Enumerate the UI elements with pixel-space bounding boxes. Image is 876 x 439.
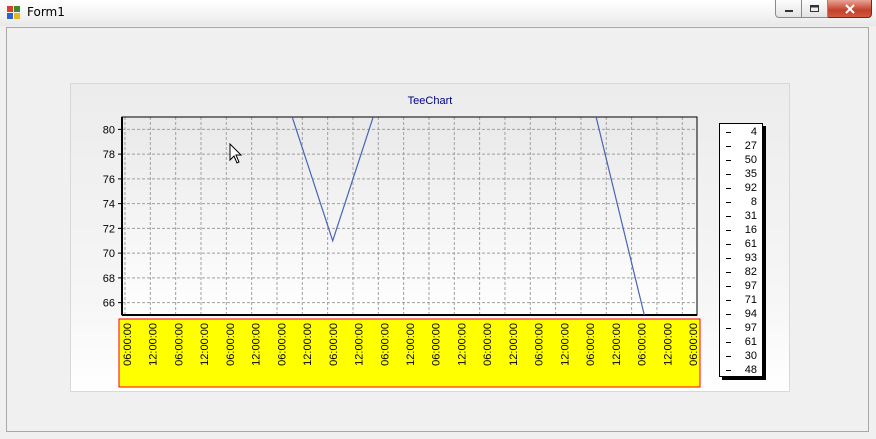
mouse-cursor-icon	[229, 143, 243, 164]
legend-item-label: 8	[750, 196, 757, 208]
legend-item: 61	[720, 237, 762, 251]
x-tick-label: 12:00:00	[662, 323, 674, 366]
x-tick-label: 12:00:00	[611, 323, 623, 366]
x-tick-label: 06:00:00	[173, 323, 185, 366]
legend-line-marker	[726, 160, 731, 161]
y-tick-label: 68	[103, 273, 115, 285]
legend-item: 4	[720, 125, 762, 139]
legend-line-marker	[726, 328, 731, 329]
legend-item: 16	[720, 223, 762, 237]
legend-line-marker	[726, 188, 731, 189]
legend-item-label: 82	[744, 266, 757, 278]
legend-item-label: 61	[744, 238, 757, 250]
legend-line-marker	[726, 314, 731, 315]
y-tick-label: 70	[103, 248, 115, 260]
legend-item: 61	[720, 335, 762, 349]
legend-item-label: 93	[744, 252, 757, 264]
legend-line-marker	[726, 244, 731, 245]
y-tick-label: 66	[103, 298, 115, 310]
x-tick-label: 12:00:00	[405, 323, 417, 366]
x-tick-label: 06:00:00	[637, 323, 649, 366]
y-tick-label: 78	[103, 149, 115, 161]
x-tick-label: 06:00:00	[225, 323, 237, 366]
x-tick-label: 06:00:00	[122, 323, 134, 366]
plot-background	[122, 117, 697, 315]
x-tick-label: 12:00:00	[456, 323, 468, 366]
x-tick-label: 06:00:00	[431, 323, 443, 366]
legend-line-marker	[726, 342, 731, 343]
legend-item-label: 94	[744, 308, 757, 320]
x-tick-label: 12:00:00	[251, 323, 263, 366]
x-tick-label: 12:00:00	[354, 323, 366, 366]
legend-item-label: 31	[744, 210, 757, 222]
legend-item: 35	[720, 167, 762, 181]
y-tick-label: 74	[103, 199, 115, 211]
legend-line-marker	[726, 370, 731, 371]
legend-item-label: 97	[744, 322, 757, 334]
legend-line-marker	[726, 202, 731, 203]
x-tick-label: 06:00:00	[276, 323, 288, 366]
x-tick-label: 06:00:00	[482, 323, 494, 366]
legend-line-marker	[726, 216, 731, 217]
legend-item: 30	[720, 349, 762, 363]
x-tick-label: 06:00:00	[585, 323, 597, 366]
x-tick-label: 06:00:00	[534, 323, 546, 366]
legend-line-marker	[726, 146, 731, 147]
legend-item: 8	[720, 195, 762, 209]
legend-item-label: 4	[750, 126, 757, 138]
legend-item: 48	[720, 363, 762, 377]
legend-item-label: 71	[744, 294, 757, 306]
legend-item-label: 50	[744, 154, 757, 166]
legend-item-label: 92	[744, 182, 757, 194]
legend-line-marker	[726, 272, 731, 273]
y-tick-label: 72	[103, 223, 115, 235]
legend-item: 97	[720, 321, 762, 335]
legend-item: 97	[720, 279, 762, 293]
legend-item: 93	[720, 251, 762, 265]
legend-line-marker	[726, 132, 731, 133]
x-tick-label: 12:00:00	[559, 323, 571, 366]
legend-line-marker	[726, 286, 731, 287]
x-tick-label: 12:00:00	[199, 323, 211, 366]
legend-item-label: 48	[744, 364, 757, 376]
legend-item-label: 30	[744, 350, 757, 362]
legend-item-label: 16	[744, 224, 757, 236]
legend-item: 82	[720, 265, 762, 279]
legend-item-label: 27	[744, 140, 757, 152]
legend-item: 94	[720, 307, 762, 321]
x-tick-label: 06:00:00	[328, 323, 340, 366]
legend-line-marker	[726, 258, 731, 259]
legend-item: 27	[720, 139, 762, 153]
x-tick-label: 12:00:00	[302, 323, 314, 366]
x-tick-label: 12:00:00	[148, 323, 160, 366]
legend-line-marker	[726, 230, 731, 231]
legend-line-marker	[726, 356, 731, 357]
legend-item-label: 97	[744, 280, 757, 292]
chart-legend[interactable]: 4 27 50 35 92 8 31 16 61 93 82 97 71 94 97 61 30 48	[719, 123, 763, 377]
legend-item: 31	[720, 209, 762, 223]
x-tick-label: 12:00:00	[508, 323, 520, 366]
x-tick-label: 06:00:00	[379, 323, 391, 366]
legend-line-marker	[726, 174, 731, 175]
legend-line-marker	[726, 300, 731, 301]
x-tick-label: 06:00:00	[688, 323, 700, 366]
legend-item: 92	[720, 181, 762, 195]
y-tick-label: 76	[103, 174, 115, 186]
legend-item: 50	[720, 153, 762, 167]
legend-item: 71	[720, 293, 762, 307]
legend-item-label: 35	[744, 168, 757, 180]
y-tick-label: 80	[103, 124, 115, 136]
legend-item-label: 61	[744, 336, 757, 348]
